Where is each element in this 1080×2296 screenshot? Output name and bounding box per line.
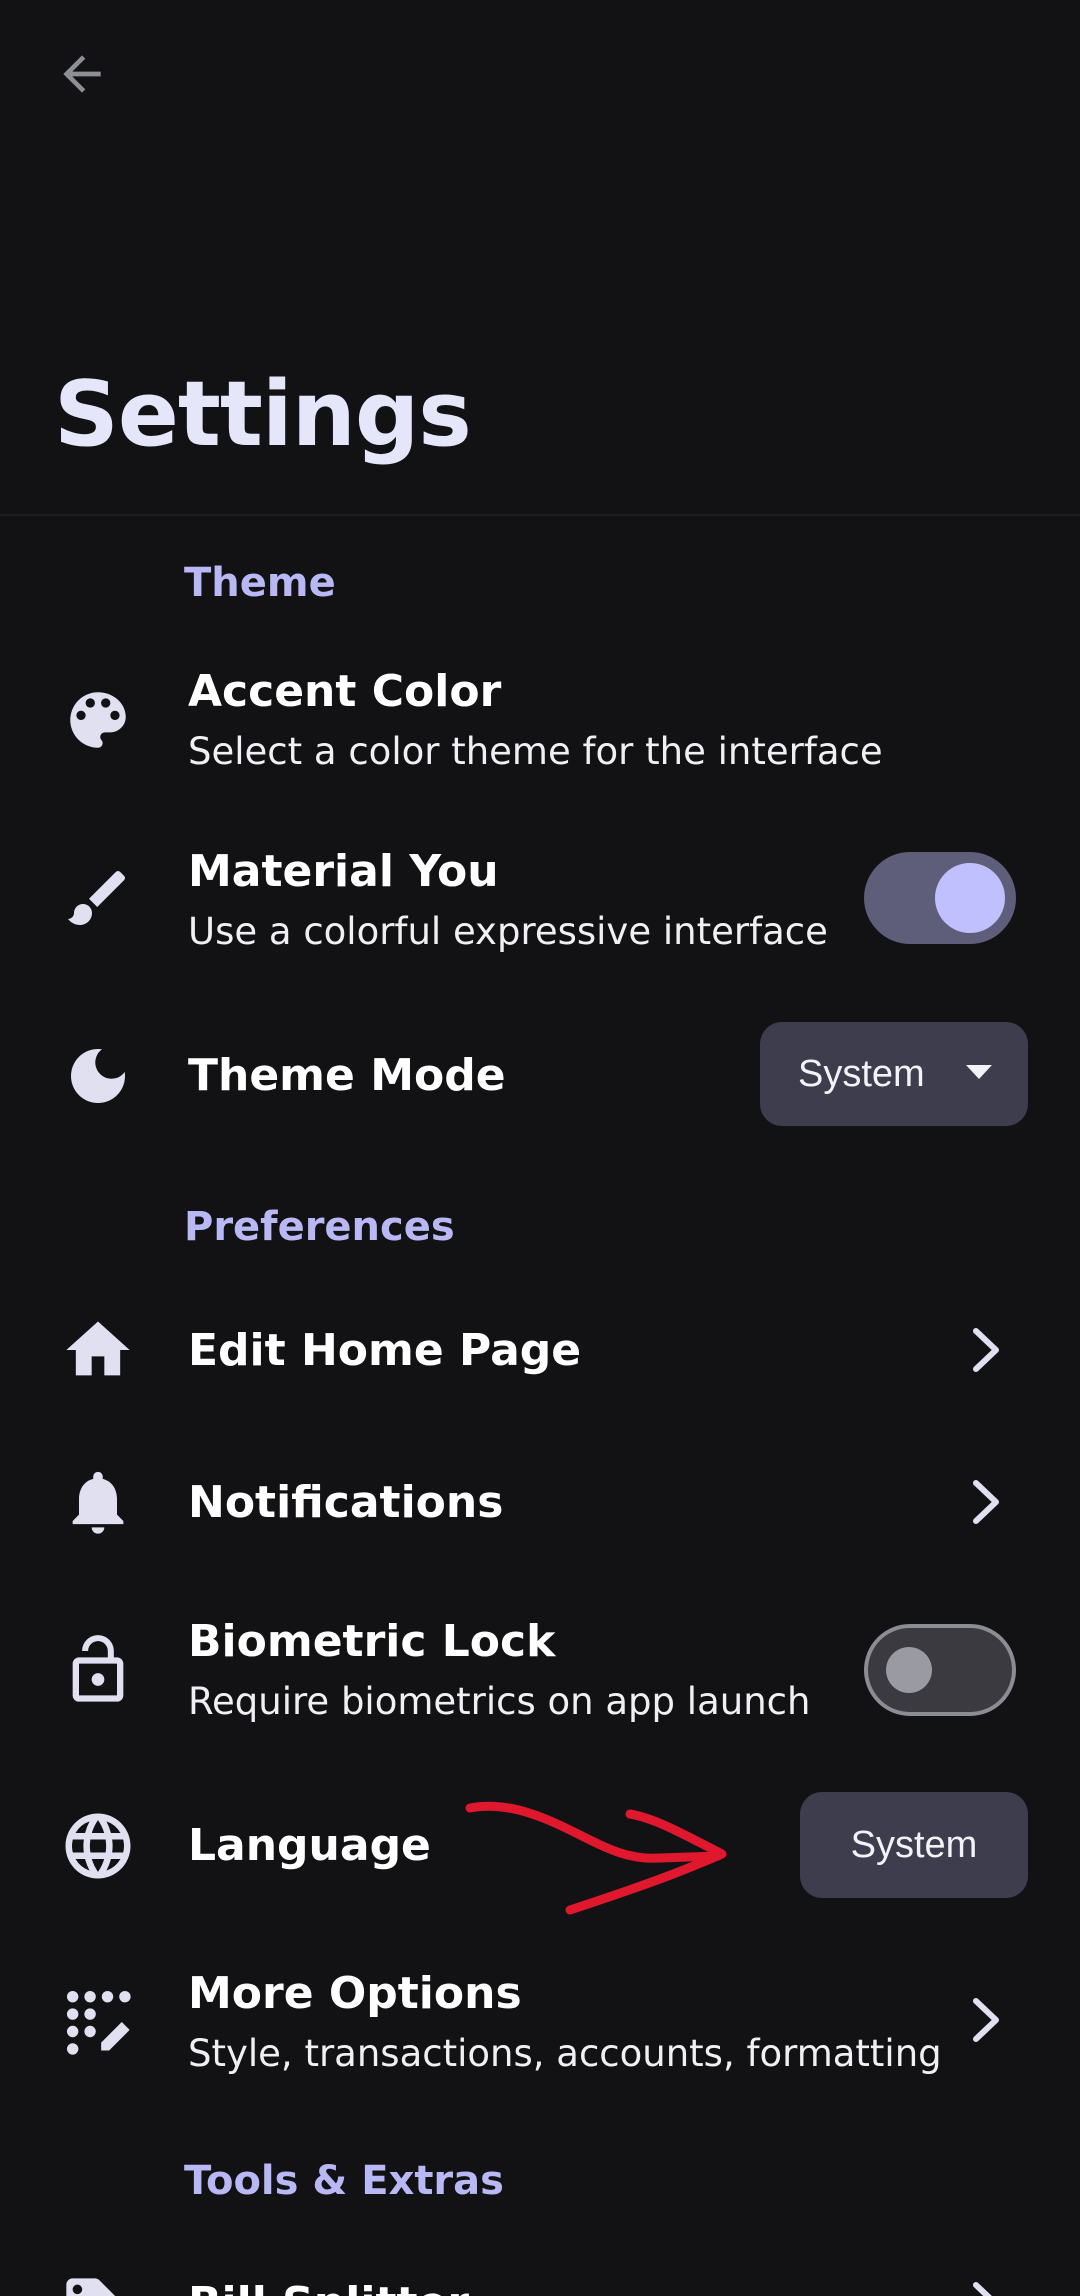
chevron-right-icon [956, 1990, 1016, 2050]
header-divider [0, 514, 1080, 516]
accent-color-subtitle: Select a color theme for the interface [188, 730, 883, 773]
receipt-icon [58, 2270, 138, 2296]
more-options-title: More Options [188, 1968, 522, 2019]
annotation-arrow [465, 1801, 727, 1915]
notifications-title: Notifications [188, 1477, 504, 1528]
accent-color-title: Accent Color [188, 666, 502, 717]
brush-icon [58, 858, 138, 938]
setting-row-accent-color[interactable] [0, 640, 1080, 800]
more-options-subtitle: Style, transactions, accounts, formattin… [188, 2032, 942, 2075]
toggle-knob [935, 863, 1005, 933]
biometric-title: Biometric Lock [188, 1616, 556, 1667]
home-icon [58, 1310, 138, 1390]
caret-down-icon [966, 1065, 992, 1079]
chevron-right-icon [956, 2274, 1016, 2296]
theme-mode-value: System [798, 1052, 925, 1095]
back-button[interactable] [38, 30, 126, 118]
biometric-toggle[interactable] [864, 1624, 1016, 1716]
language-button[interactable]: System [800, 1792, 1028, 1898]
theme-mode-title: Theme Mode [188, 1050, 506, 1101]
setting-row-bill-splitter[interactable]: Bill Splitter [0, 2250, 1080, 2296]
material-you-toggle[interactable] [864, 852, 1016, 944]
page-title: Settings [54, 362, 472, 467]
section-header-preferences: Preferences [184, 1204, 455, 1250]
bell-icon [58, 1462, 138, 1542]
edit-home-title: Edit Home Page [188, 1325, 582, 1376]
theme-mode-dropdown[interactable]: System [760, 1022, 1028, 1126]
bill-splitter-title: Bill Splitter [188, 2276, 469, 2296]
language-title: Language [188, 1820, 431, 1871]
setting-row-notifications[interactable] [0, 1440, 1080, 1570]
language-value: System [850, 1823, 978, 1866]
palette-icon [58, 680, 138, 760]
lock-icon [58, 1630, 138, 1710]
chevron-right-icon [956, 1472, 1016, 1532]
globe-icon [58, 1806, 138, 1886]
material-you-title: Material You [188, 846, 499, 897]
material-you-subtitle: Use a colorful expressive interface [188, 910, 828, 953]
biometric-subtitle: Require biometrics on app launch [188, 1680, 811, 1723]
moon-icon [58, 1036, 138, 1116]
chevron-right-icon [956, 1320, 1016, 1380]
toggle-knob [886, 1647, 932, 1693]
arrow-back-icon [63, 55, 101, 93]
edit-dots-icon [58, 1982, 138, 2062]
section-header-theme: Theme [184, 560, 336, 606]
section-header-tools: Tools & Extras [184, 2158, 504, 2204]
